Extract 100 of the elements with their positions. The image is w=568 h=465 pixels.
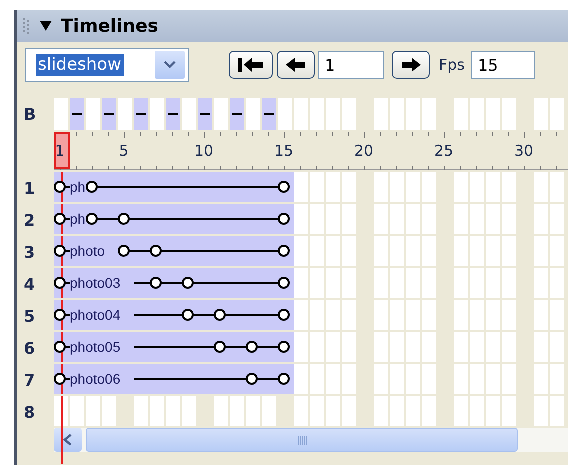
rewind-button[interactable] <box>229 51 273 79</box>
frame-cell[interactable] <box>470 332 484 362</box>
frame-cell[interactable] <box>406 98 420 130</box>
frame-cell[interactable] <box>486 172 500 202</box>
frame-cell[interactable] <box>294 364 308 394</box>
frame-cell[interactable] <box>294 396 308 426</box>
frame-cell[interactable] <box>550 268 564 298</box>
frame-cell[interactable] <box>294 300 308 330</box>
frame-cell[interactable] <box>454 172 468 202</box>
frame-cell[interactable] <box>534 364 548 394</box>
frame-cell[interactable] <box>534 204 548 234</box>
frame-cell[interactable] <box>470 268 484 298</box>
frame-cell[interactable] <box>502 396 516 426</box>
animation-frame[interactable] <box>278 172 294 202</box>
behavior-frame[interactable] <box>230 98 244 130</box>
frame-cell[interactable] <box>214 98 228 130</box>
frame-cell[interactable] <box>406 396 420 426</box>
frame-cell[interactable] <box>342 364 356 394</box>
frame-cell[interactable] <box>470 236 484 266</box>
frame-cell[interactable] <box>502 236 516 266</box>
frame-cell[interactable] <box>374 236 388 266</box>
frame-cell[interactable] <box>550 300 564 330</box>
frame-cell[interactable] <box>550 98 564 130</box>
scroll-left-button[interactable] <box>54 428 82 452</box>
frame-cell[interactable] <box>310 332 324 362</box>
frame-cell[interactable] <box>502 172 516 202</box>
frame-cell[interactable] <box>550 236 564 266</box>
frame-cell[interactable] <box>342 204 356 234</box>
frame-cell[interactable] <box>294 236 308 266</box>
frame-cell[interactable] <box>214 396 228 426</box>
frame-cell[interactable] <box>486 300 500 330</box>
horizontal-scrollbar[interactable] <box>54 428 568 452</box>
frame-cell[interactable] <box>470 396 484 426</box>
frame-cell[interactable] <box>86 98 100 130</box>
frame-cell[interactable] <box>486 332 500 362</box>
behavior-frame[interactable] <box>262 98 276 130</box>
frame-cell[interactable] <box>422 396 436 426</box>
frame-cell[interactable] <box>454 98 468 130</box>
frame-cell[interactable] <box>310 204 324 234</box>
animation-frame[interactable] <box>54 172 70 202</box>
frame-cell[interactable] <box>230 396 244 426</box>
frame-cell[interactable] <box>534 268 548 298</box>
back-button[interactable] <box>277 51 315 79</box>
frame-cell[interactable] <box>534 300 548 330</box>
frame-cell[interactable] <box>406 172 420 202</box>
animation-frame[interactable] <box>54 364 70 394</box>
frame-cell[interactable] <box>182 396 196 426</box>
frame-cell[interactable] <box>454 236 468 266</box>
behavior-frame[interactable] <box>102 98 116 130</box>
frame-cell[interactable] <box>262 396 276 426</box>
frame-cell[interactable] <box>534 98 548 130</box>
frame-cell[interactable] <box>422 300 436 330</box>
frame-cell[interactable] <box>294 204 308 234</box>
frame-cell[interactable] <box>390 364 404 394</box>
animation-frame[interactable] <box>278 332 294 362</box>
frame-cell[interactable] <box>182 98 196 130</box>
frame-cell[interactable] <box>390 98 404 130</box>
animation-frame[interactable] <box>54 236 70 266</box>
frame-field[interactable]: 1 <box>318 51 384 79</box>
frame-cell[interactable] <box>550 364 564 394</box>
frame-cell[interactable] <box>54 98 68 130</box>
frame-cell[interactable] <box>422 236 436 266</box>
frame-cell[interactable] <box>390 300 404 330</box>
playhead[interactable] <box>54 132 70 169</box>
frame-cell[interactable] <box>422 332 436 362</box>
frame-cell[interactable] <box>342 332 356 362</box>
frame-cell[interactable] <box>406 236 420 266</box>
animation-frame[interactable] <box>278 236 294 266</box>
animation-frame[interactable] <box>278 364 294 394</box>
frame-cell[interactable] <box>150 396 164 426</box>
frame-cell[interactable] <box>294 268 308 298</box>
frame-cell[interactable] <box>406 300 420 330</box>
animation-frame[interactable] <box>54 268 70 298</box>
frame-cell[interactable] <box>70 396 84 426</box>
animation-frame[interactable] <box>278 300 294 330</box>
frame-cell[interactable] <box>326 236 340 266</box>
frame-ruler[interactable]: 1 5 10 15 20 25 30 <box>54 132 568 170</box>
frame-cell[interactable] <box>406 332 420 362</box>
frame-cell[interactable] <box>134 396 148 426</box>
frame-cell[interactable] <box>374 300 388 330</box>
frame-cell[interactable] <box>486 204 500 234</box>
frame-cell[interactable] <box>278 98 292 130</box>
animation-frame[interactable] <box>54 204 70 234</box>
frame-cell[interactable] <box>390 332 404 362</box>
frame-cell[interactable] <box>470 98 484 130</box>
frame-cell[interactable] <box>502 332 516 362</box>
frame-cell[interactable] <box>470 204 484 234</box>
frame-cell[interactable] <box>550 396 564 426</box>
animation-frame[interactable] <box>54 332 70 362</box>
frame-cell[interactable] <box>390 396 404 426</box>
behavior-frame[interactable] <box>166 98 180 130</box>
frame-cell[interactable] <box>486 268 500 298</box>
fps-field[interactable]: 15 <box>470 51 535 79</box>
frame-cell[interactable] <box>102 396 116 426</box>
frame-cell[interactable] <box>294 332 308 362</box>
frame-cell[interactable] <box>550 204 564 234</box>
frame-cell[interactable] <box>422 98 436 130</box>
frame-cell[interactable] <box>374 204 388 234</box>
frame-cell[interactable] <box>534 396 548 426</box>
frame-cell[interactable] <box>374 332 388 362</box>
